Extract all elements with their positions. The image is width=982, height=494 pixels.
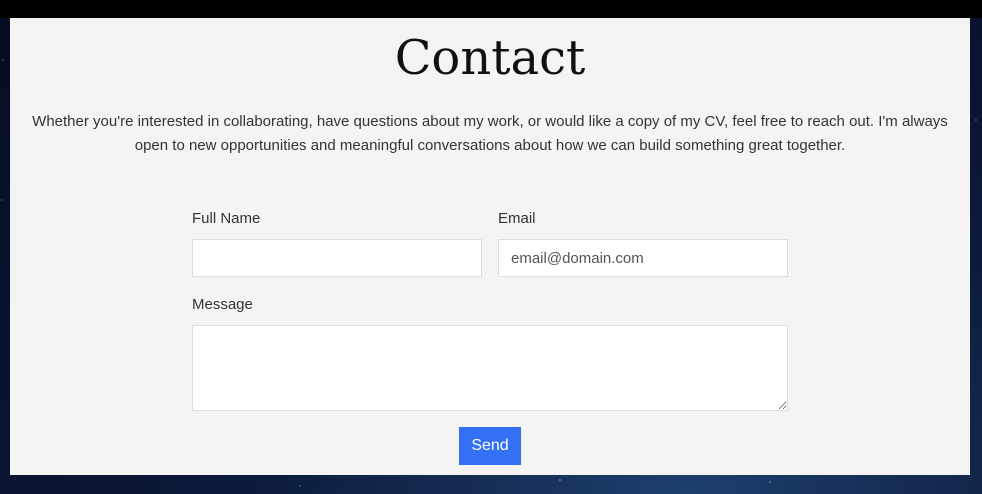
page-title: Contact xyxy=(394,30,586,86)
full-name-label: Full Name xyxy=(192,210,261,227)
email-label: Email xyxy=(498,210,536,227)
contact-panel: Contact Whether you're interested in col… xyxy=(10,18,970,475)
message-textarea[interactable] xyxy=(192,325,788,411)
full-name-input[interactable] xyxy=(192,239,482,277)
email-input[interactable] xyxy=(498,239,788,277)
intro-text: Whether you're interested in collaborati… xyxy=(32,113,948,154)
send-button[interactable]: Send xyxy=(459,427,521,465)
message-label: Message xyxy=(192,296,253,313)
top-bar xyxy=(0,0,982,18)
